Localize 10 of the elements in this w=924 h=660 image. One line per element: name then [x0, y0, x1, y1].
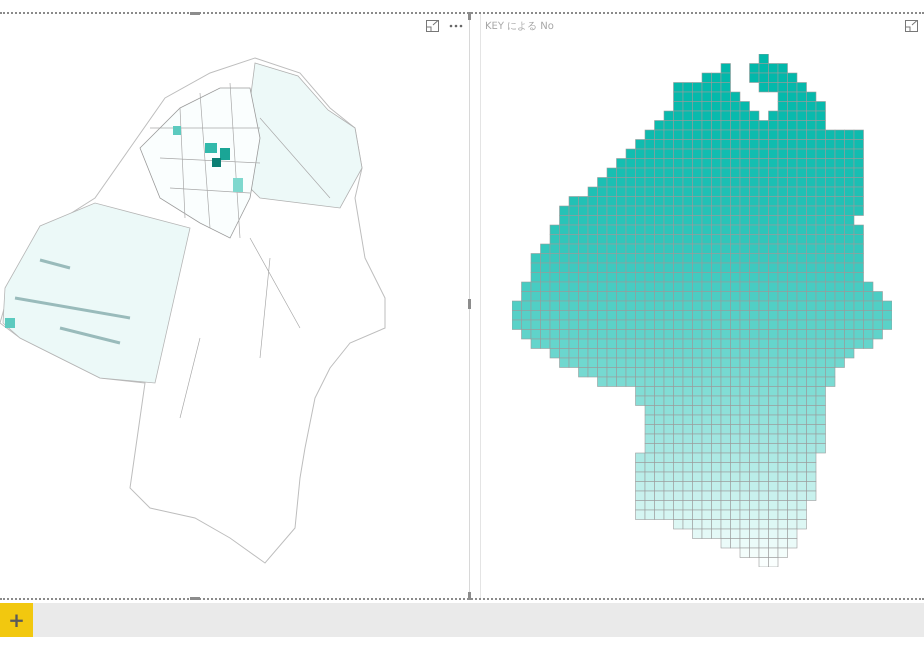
resize-handle[interactable] [190, 597, 200, 600]
more-options-icon[interactable] [448, 24, 463, 28]
focus-mode-icon[interactable] [426, 20, 439, 32]
resize-handle[interactable] [468, 592, 471, 600]
visual-title: KEY による No [484, 20, 554, 33]
add-page-button[interactable]: + [0, 603, 33, 637]
resize-handle[interactable] [190, 12, 200, 15]
focus-mode-icon[interactable] [905, 20, 918, 32]
resize-handle[interactable] [468, 12, 471, 20]
resize-handle[interactable] [468, 299, 471, 309]
